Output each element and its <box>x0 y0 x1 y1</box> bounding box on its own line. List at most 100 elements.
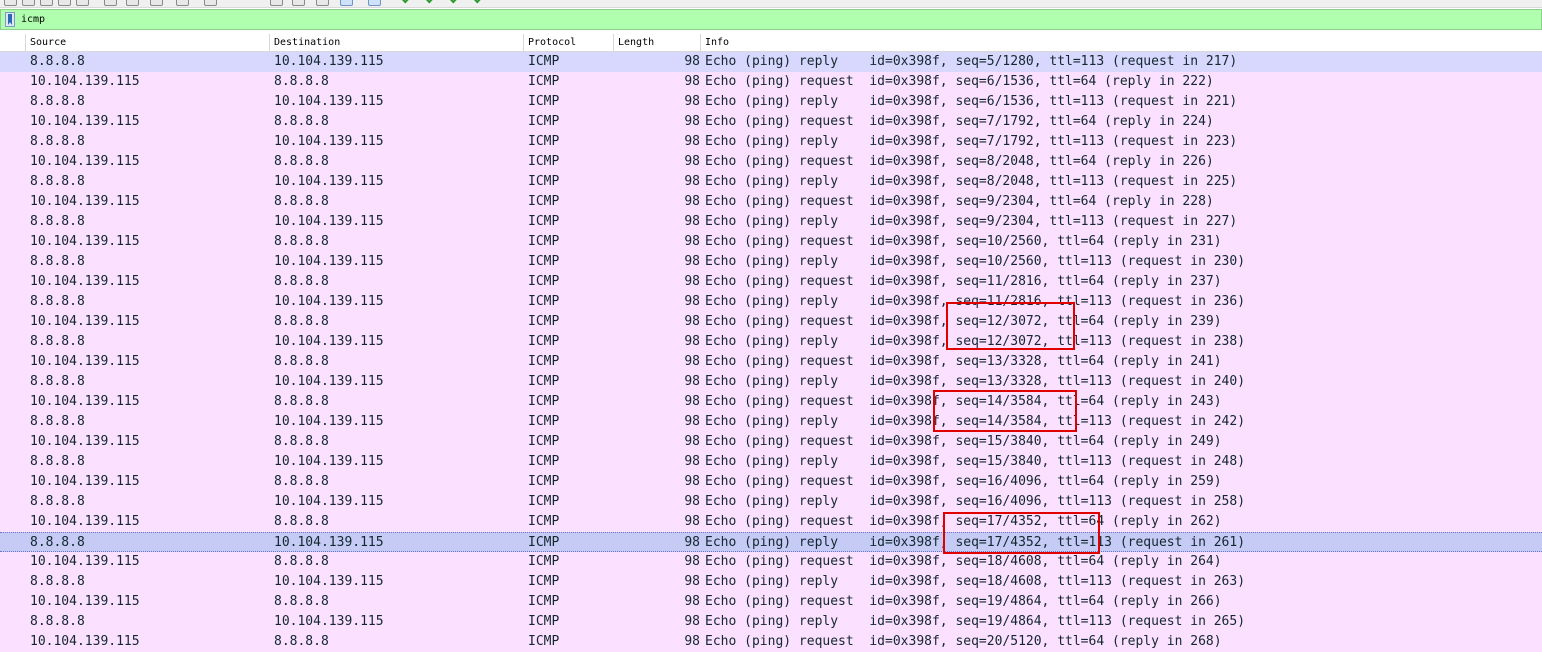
packet-length: 98 <box>684 194 700 209</box>
packet-destination: 8.8.8.8 <box>274 74 329 89</box>
packet-destination: 8.8.8.8 <box>274 274 329 289</box>
packet-row[interactable]: 8.8.8.8 10.104.139.115 ICMP 98 Echo (ping) r… <box>0 52 1542 72</box>
packet-destination: 8.8.8.8 <box>274 634 329 649</box>
packet-source: 8.8.8.8 <box>30 454 85 469</box>
display-filter-input[interactable] <box>21 11 1531 28</box>
packet-list-header: Source Destination Protocol Length Info <box>0 34 1542 52</box>
toolbar-button[interactable] <box>270 0 283 6</box>
packet-length: 98 <box>684 134 700 149</box>
packet-destination: 8.8.8.8 <box>274 474 329 489</box>
packet-destination: 10.104.139.115 <box>274 334 384 349</box>
toolbar-button[interactable] <box>150 0 163 6</box>
toolbar-button[interactable] <box>76 0 89 6</box>
toolbar-button[interactable] <box>126 0 139 6</box>
toolbar-button[interactable] <box>58 0 71 6</box>
packet-row[interactable]: 8.8.8.8 10.104.139.115 ICMP 98 Echo (ping) r… <box>0 412 1542 432</box>
packet-length: 98 <box>684 94 700 109</box>
packet-protocol: ICMP <box>528 414 560 429</box>
packet-protocol: ICMP <box>528 334 560 349</box>
packet-row[interactable]: 8.8.8.8 10.104.139.115 ICMP 98 Echo (ping) r… <box>0 212 1542 232</box>
packet-source: 8.8.8.8 <box>30 494 85 509</box>
packet-protocol: ICMP <box>528 535 560 550</box>
packet-protocol: ICMP <box>528 614 560 629</box>
toolbar-button[interactable] <box>104 0 117 6</box>
packet-row[interactable]: 10.104.139.115 8.8.8.8 ICMP 98 Echo (ping) r… <box>0 472 1542 492</box>
packet-length: 98 <box>684 54 700 69</box>
column-header-length[interactable]: Length <box>614 34 701 51</box>
packet-row[interactable]: 10.104.139.115 8.8.8.8 ICMP 98 Echo (ping) r… <box>0 432 1542 452</box>
packet-row[interactable]: 10.104.139.115 8.8.8.8 ICMP 98 Echo (ping) r… <box>0 72 1542 92</box>
packet-destination: 8.8.8.8 <box>274 114 329 129</box>
column-header-destination[interactable]: Destination <box>270 34 524 51</box>
packet-row[interactable]: 8.8.8.8 10.104.139.115 ICMP 98 Echo (ping) r… <box>0 492 1542 512</box>
packet-protocol: ICMP <box>528 194 560 209</box>
packet-row[interactable]: 8.8.8.8 10.104.139.115 ICMP 98 Echo (ping) r… <box>0 332 1542 352</box>
packet-row[interactable]: 10.104.139.115 8.8.8.8 ICMP 98 Echo (ping) r… <box>0 512 1542 532</box>
check-icon[interactable] <box>424 0 434 6</box>
bookmark-icon[interactable] <box>5 12 15 27</box>
toolbar-button[interactable] <box>292 0 305 6</box>
packet-source: 8.8.8.8 <box>30 54 85 69</box>
packet-length: 98 <box>684 154 700 169</box>
packet-row[interactable]: 8.8.8.8 10.104.139.115 ICMP 98 Echo (ping) r… <box>0 252 1542 272</box>
packet-row[interactable]: 10.104.139.115 8.8.8.8 ICMP 98 Echo (ping) r… <box>0 392 1542 412</box>
toolbar-button[interactable] <box>176 0 189 6</box>
packet-source: 10.104.139.115 <box>30 514 140 529</box>
packet-destination: 8.8.8.8 <box>274 554 329 569</box>
packet-row[interactable]: 10.104.139.115 8.8.8.8 ICMP 98 Echo (ping) r… <box>0 632 1542 652</box>
packet-protocol: ICMP <box>528 94 560 109</box>
packet-row[interactable]: 8.8.8.8 10.104.139.115 ICMP 98 Echo (ping) r… <box>0 172 1542 192</box>
toolbar-button[interactable] <box>4 0 17 6</box>
packet-row[interactable]: 8.8.8.8 10.104.139.115 ICMP 98 Echo (ping) r… <box>0 572 1542 592</box>
packet-length: 98 <box>684 535 700 550</box>
toolbar-button[interactable] <box>40 0 53 6</box>
column-header-source[interactable]: Source <box>26 34 270 51</box>
packet-row[interactable]: 8.8.8.8 10.104.139.115 ICMP 98 Echo (ping) r… <box>0 92 1542 112</box>
check-icon[interactable] <box>472 0 482 6</box>
packet-destination: 8.8.8.8 <box>274 194 329 209</box>
packet-row[interactable]: 10.104.139.115 8.8.8.8 ICMP 98 Echo (ping) r… <box>0 312 1542 332</box>
toolbar-button[interactable] <box>316 0 329 6</box>
packet-row[interactable]: 8.8.8.8 10.104.139.115 ICMP 98 Echo (ping) r… <box>0 532 1542 552</box>
column-header-protocol[interactable]: Protocol <box>524 34 614 51</box>
packet-length: 98 <box>684 414 700 429</box>
packet-row[interactable]: 10.104.139.115 8.8.8.8 ICMP 98 Echo (ping) r… <box>0 152 1542 172</box>
check-icon[interactable] <box>400 0 410 6</box>
check-icon[interactable] <box>448 0 458 6</box>
packet-row[interactable]: 8.8.8.8 10.104.139.115 ICMP 98 Echo (ping) r… <box>0 292 1542 312</box>
packet-length: 98 <box>684 394 700 409</box>
packet-source: 10.104.139.115 <box>30 154 140 169</box>
packet-destination: 10.104.139.115 <box>274 54 384 69</box>
packet-source: 8.8.8.8 <box>30 374 85 389</box>
packet-info: Echo (ping) request id=0x398f, seq=10/25… <box>705 234 1222 249</box>
packet-destination: 10.104.139.115 <box>274 414 384 429</box>
packet-row[interactable]: 10.104.139.115 8.8.8.8 ICMP 98 Echo (ping) r… <box>0 592 1542 612</box>
packet-length: 98 <box>684 514 700 529</box>
packet-source: 8.8.8.8 <box>30 614 85 629</box>
packet-row[interactable]: 10.104.139.115 8.8.8.8 ICMP 98 Echo (ping) r… <box>0 272 1542 292</box>
packet-row[interactable]: 10.104.139.115 8.8.8.8 ICMP 98 Echo (ping) r… <box>0 112 1542 132</box>
packet-row[interactable]: 8.8.8.8 10.104.139.115 ICMP 98 Echo (ping) r… <box>0 612 1542 632</box>
packet-row[interactable]: 10.104.139.115 8.8.8.8 ICMP 98 Echo (ping) r… <box>0 352 1542 372</box>
packet-info: Echo (ping) request id=0x398f, seq=18/46… <box>705 554 1222 569</box>
toolbar-button[interactable] <box>204 0 217 6</box>
packet-row[interactable]: 10.104.139.115 8.8.8.8 ICMP 98 Echo (ping) r… <box>0 232 1542 252</box>
packet-row[interactable]: 10.104.139.115 8.8.8.8 ICMP 98 Echo (ping) r… <box>0 552 1542 572</box>
toolbar-button[interactable] <box>22 0 35 6</box>
packet-row[interactable]: 8.8.8.8 10.104.139.115 ICMP 98 Echo (ping) r… <box>0 452 1542 472</box>
packet-source: 10.104.139.115 <box>30 114 140 129</box>
packet-length: 98 <box>684 494 700 509</box>
packet-row[interactable]: 8.8.8.8 10.104.139.115 ICMP 98 Echo (ping) r… <box>0 132 1542 152</box>
toolbar-button[interactable] <box>340 0 353 6</box>
packet-info: Echo (ping) request id=0x398f, seq=13/33… <box>705 354 1222 369</box>
toolbar-button[interactable] <box>368 0 381 6</box>
packet-row[interactable]: 10.104.139.115 8.8.8.8 ICMP 98 Echo (ping) r… <box>0 192 1542 212</box>
packet-destination: 10.104.139.115 <box>274 535 384 550</box>
packet-length: 98 <box>684 354 700 369</box>
column-header-no[interactable] <box>0 34 26 51</box>
packet-source: 10.104.139.115 <box>30 594 140 609</box>
packet-protocol: ICMP <box>528 154 560 169</box>
column-header-info[interactable]: Info <box>701 34 1542 51</box>
packet-info: Echo (ping) reply id=0x398f, seq=6/1536,… <box>705 94 1238 109</box>
packet-row[interactable]: 8.8.8.8 10.104.139.115 ICMP 98 Echo (ping) r… <box>0 372 1542 392</box>
